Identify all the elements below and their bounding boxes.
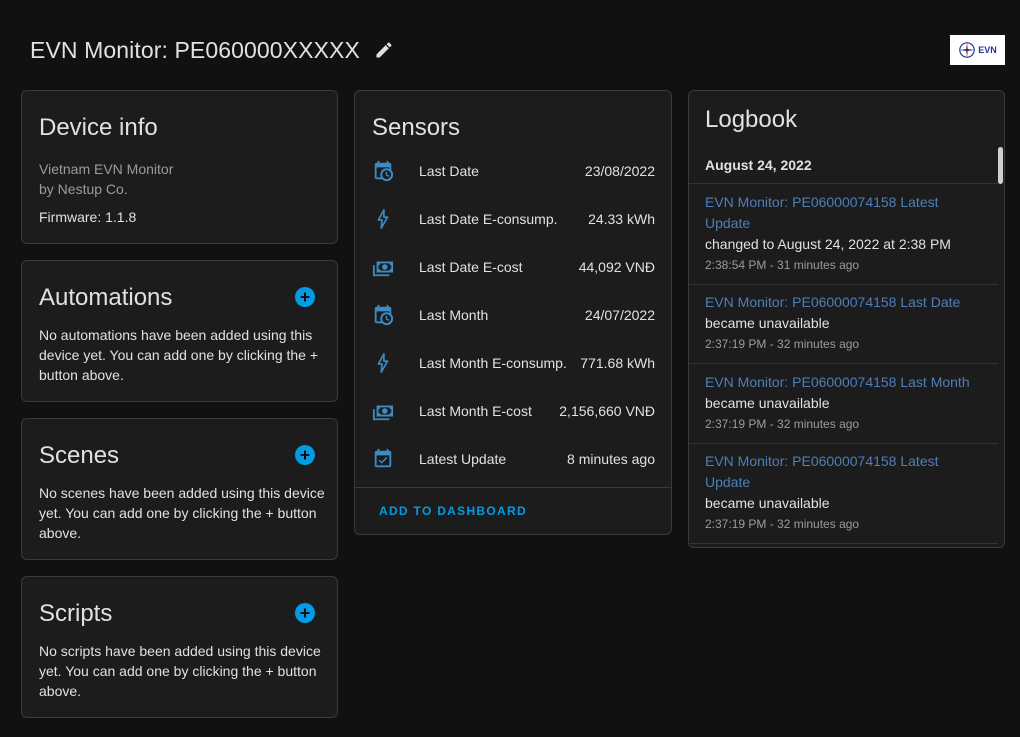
cash-multiple-icon [371, 399, 395, 423]
sensors-title: Sensors [372, 114, 461, 141]
sensors-divider [355, 487, 671, 488]
log-entity-link[interactable]: EVN Monitor: PE06000074158 Latest Update [705, 451, 980, 493]
sensor-value: 2,156,660 VNĐ [559, 403, 655, 419]
sensor-row-latest-update[interactable]: Latest Update 8 minutes ago [371, 447, 655, 471]
plus-icon [300, 608, 310, 618]
sensor-value: 8 minutes ago [567, 451, 655, 467]
log-entity-link[interactable]: EVN Monitor: PE06000074158 Last Date [705, 292, 980, 313]
log-timestamp: 2:37:19 PM - 32 minutes ago [705, 337, 860, 351]
log-entry: EVN Monitor: PE06000074158 Last Month be… [705, 372, 980, 434]
logbook-date-header: August 24, 2022 [705, 157, 812, 173]
scenes-card: Scenes No scenes have been added using t… [21, 418, 338, 560]
sensors-card: Sensors Last Date 23/08/2022 Last Date E… [354, 90, 672, 535]
sensor-name: Last Date E-consump. [419, 211, 558, 227]
log-timestamp: 2:38:54 PM - 31 minutes ago [705, 258, 860, 272]
logbook-card: Logbook August 24, 2022 EVN Monitor: PE0… [688, 90, 1005, 548]
lightning-bolt-icon [371, 351, 395, 375]
automations-card: Automations No automations have been add… [21, 260, 338, 402]
sensor-name: Last Date E-cost [419, 259, 523, 275]
sensor-name: Last Month E-consump. [419, 355, 567, 371]
device-firmware: Firmware: 1.1.8 [39, 209, 137, 225]
lightning-bolt-icon [371, 207, 395, 231]
sensor-name: Last Date [419, 163, 479, 179]
calendar-clock-icon [371, 159, 395, 183]
log-divider [689, 443, 998, 444]
plus-icon [300, 450, 310, 460]
device-model: Vietnam EVN Monitor [39, 161, 174, 177]
log-divider [689, 183, 998, 184]
sensor-value: 23/08/2022 [584, 163, 655, 179]
log-timestamp: 2:37:19 PM - 32 minutes ago [705, 417, 860, 431]
sensor-row-last-month-consumption[interactable]: Last Month E-consump. 771.68 kWh [371, 351, 655, 375]
log-divider [689, 363, 998, 364]
sensor-row-last-date-consumption[interactable]: Last Date E-consump. 24.33 kWh [371, 207, 655, 231]
scenes-title: Scenes [39, 442, 120, 469]
logbook-scrollbar[interactable] [998, 147, 1003, 184]
sensor-name: Last Month [419, 307, 489, 323]
log-entity-link[interactable]: EVN Monitor: PE06000074158 Last Month [705, 372, 980, 393]
compass-logo-icon [959, 42, 976, 58]
sensor-row-last-month-cost[interactable]: Last Month E-cost 2,156,660 VNĐ [371, 399, 655, 423]
log-message: became unavailable [705, 395, 830, 411]
log-message: became unavailable [705, 495, 830, 511]
scripts-empty-message: No scripts have been added using this de… [39, 643, 321, 699]
logo-text: EVN [978, 45, 997, 55]
device-manufacturer: by Nestup Co. [39, 181, 128, 197]
evn-logo: EVN [950, 35, 1005, 65]
pencil-icon[interactable] [372, 38, 396, 62]
scenes-empty-message: No scenes have been added using this dev… [39, 485, 325, 541]
cash-multiple-icon [371, 255, 395, 279]
log-divider [689, 284, 998, 285]
add-automation-button[interactable] [295, 287, 315, 307]
sensor-row-last-date[interactable]: Last Date 23/08/2022 [371, 159, 655, 183]
device-info-title: Device info [39, 114, 158, 141]
page-header: EVN Monitor: PE060000XXXXX [30, 34, 396, 66]
sensor-name: Last Month E-cost [419, 403, 532, 419]
sensor-value: 44,092 VNĐ [578, 259, 655, 275]
log-message: changed to August 24, 2022 at 2:38 PM [705, 236, 951, 252]
log-entry: EVN Monitor: PE06000074158 Latest Update… [705, 192, 980, 275]
log-divider [689, 543, 998, 544]
log-timestamp: 2:37:19 PM - 32 minutes ago [705, 517, 860, 531]
automations-empty-message: No automations have been added using thi… [39, 327, 319, 383]
add-to-dashboard-button[interactable]: ADD TO DASHBOARD [379, 504, 527, 518]
sensor-value: 771.68 kWh [580, 355, 655, 371]
add-scene-button[interactable] [295, 445, 315, 465]
scripts-title: Scripts [39, 600, 113, 627]
sensor-name: Latest Update [419, 451, 507, 467]
automations-title: Automations [39, 284, 173, 311]
log-entry: EVN Monitor: PE06000074158 Last Date bec… [705, 292, 980, 354]
sensor-value: 24.33 kWh [588, 211, 655, 227]
sensor-row-last-month[interactable]: Last Month 24/07/2022 [371, 303, 655, 327]
logbook-title: Logbook [705, 106, 798, 133]
calendar-clock-icon [371, 303, 395, 327]
calendar-check-icon [371, 447, 395, 471]
sensor-row-last-date-cost[interactable]: Last Date E-cost 44,092 VNĐ [371, 255, 655, 279]
sensor-value: 24/07/2022 [584, 307, 655, 323]
scripts-card: Scripts No scripts have been added using… [21, 576, 338, 718]
log-entity-link[interactable]: EVN Monitor: PE06000074158 Latest Update [705, 192, 980, 234]
log-message: became unavailable [705, 315, 830, 331]
plus-icon [300, 292, 310, 302]
add-script-button[interactable] [295, 603, 315, 623]
log-entry: EVN Monitor: PE06000074158 Latest Update… [705, 451, 980, 534]
page-title: EVN Monitor: PE060000XXXXX [30, 36, 360, 63]
device-info-card: Device info Vietnam EVN Monitor by Nestu… [21, 90, 338, 244]
